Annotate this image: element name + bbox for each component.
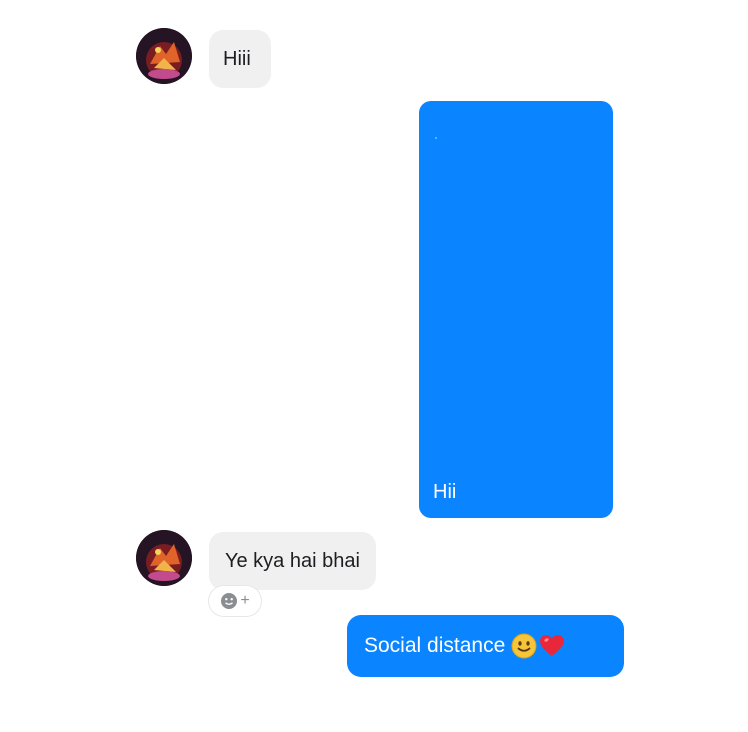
message-text: Hiii: [223, 48, 251, 70]
add-reaction-button[interactable]: +: [209, 586, 261, 616]
smiling-face-emoji-icon: [511, 633, 537, 659]
message-text: Ye kya hai bhai: [225, 550, 360, 572]
chat-thread: Hiii Hii Ye kya hai bhai + Social distan…: [0, 0, 748, 732]
stray-dot: [435, 137, 437, 139]
plus-icon: +: [240, 592, 250, 609]
incoming-message-bubble[interactable]: Hiii: [209, 30, 271, 88]
message-text: Social distance: [364, 634, 506, 657]
outgoing-message-bubble[interactable]: Hii: [419, 101, 613, 518]
message-text: Hii: [433, 481, 457, 503]
outgoing-message-bubble[interactable]: Social distance: [347, 615, 624, 677]
contact-avatar[interactable]: [136, 530, 192, 586]
smiley-icon: [221, 593, 238, 609]
avatar-image: [136, 28, 192, 84]
incoming-message-bubble[interactable]: Ye kya hai bhai: [209, 532, 376, 590]
red-heart-emoji-icon: [540, 635, 565, 656]
avatar-image: [136, 530, 192, 586]
contact-avatar[interactable]: [136, 28, 192, 84]
